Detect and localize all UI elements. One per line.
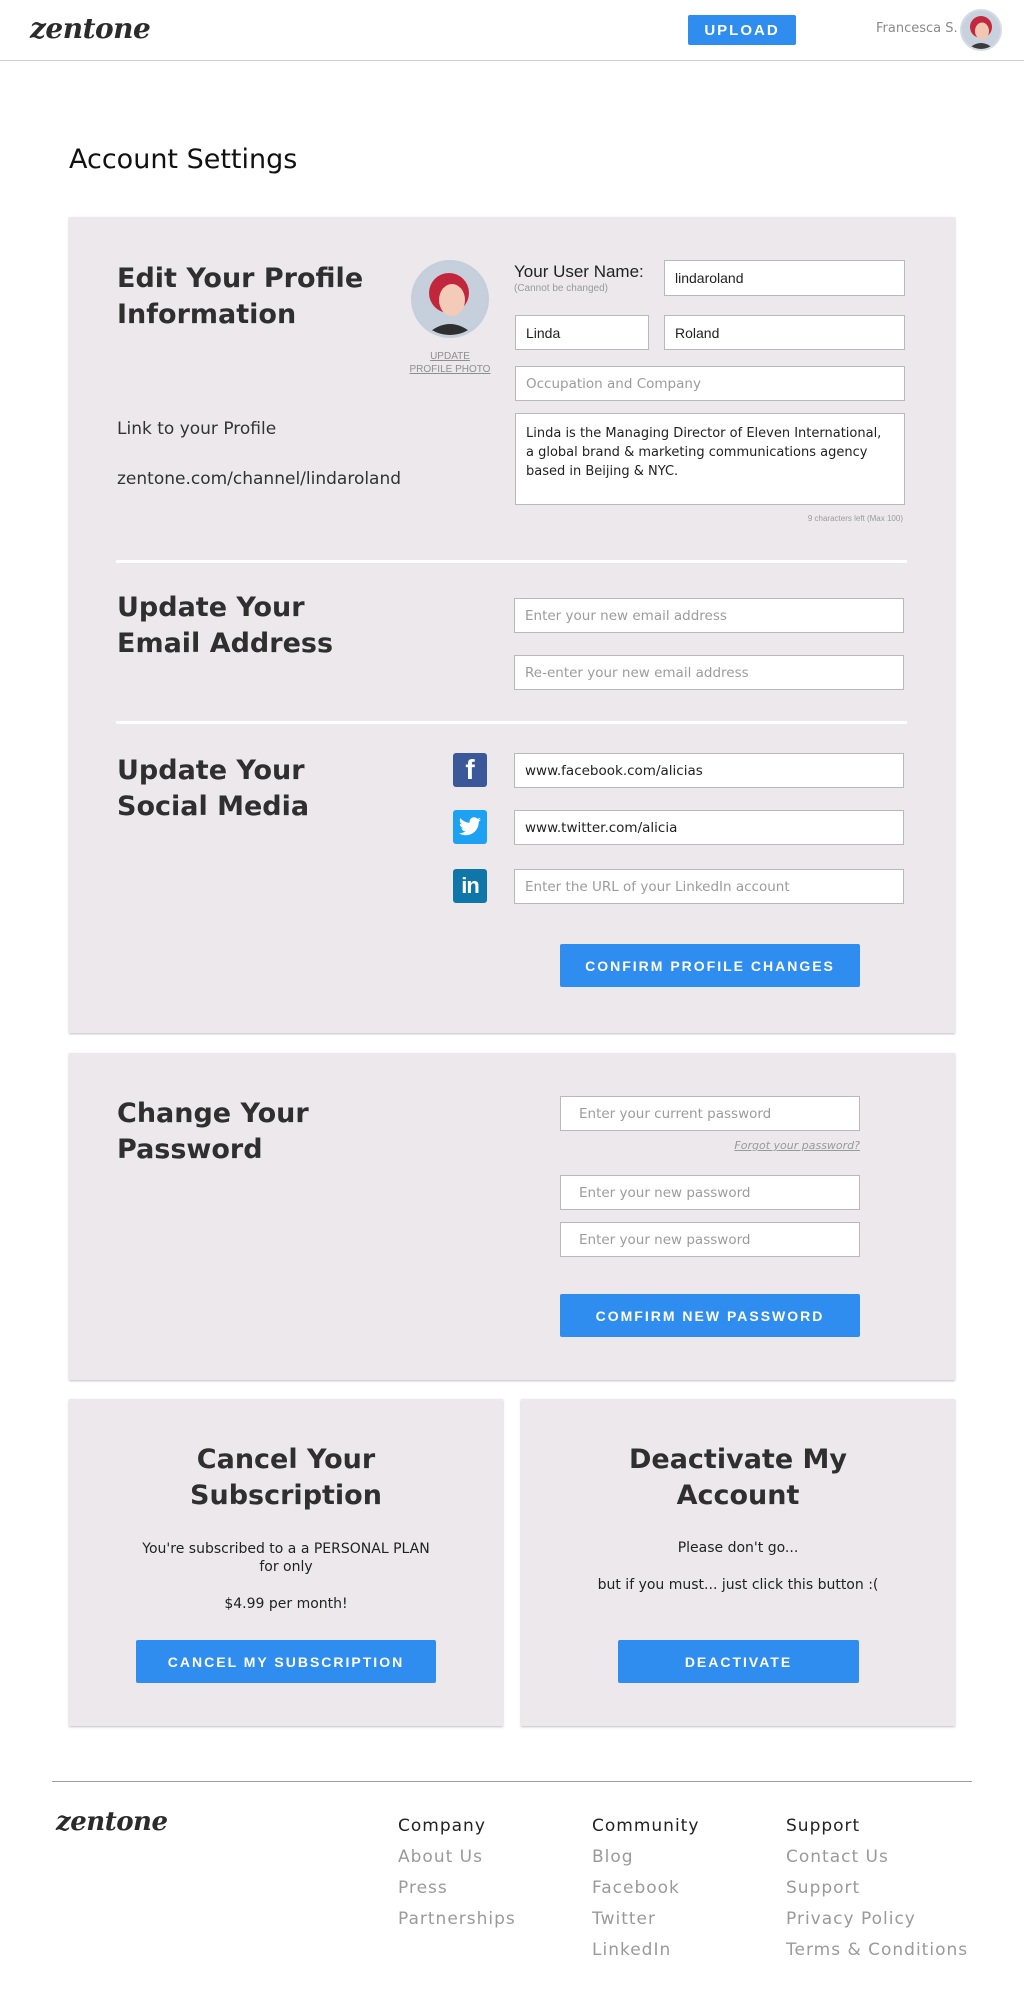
avatar-image xyxy=(962,11,1000,49)
footer-link-support[interactable]: Support xyxy=(786,1878,860,1898)
deactivate-text-line2: but if you must... just click this butto… xyxy=(597,1577,879,1593)
twitter-bird xyxy=(459,817,481,836)
update-photo-line2: PROFILE PHOTO xyxy=(409,364,491,375)
footer-link-facebook[interactable]: Facebook xyxy=(592,1878,680,1898)
cancel-subscription-button[interactable]: CANCEL MY SUBSCRIPTION xyxy=(136,1640,436,1683)
subscription-heading-line1: Cancel Your xyxy=(196,1444,376,1475)
social-heading-line2: Social Media xyxy=(117,791,310,822)
footer-divider xyxy=(52,1781,972,1782)
footer-link-blog[interactable]: Blog xyxy=(592,1847,634,1867)
footer-link-terms[interactable]: Terms & Conditions xyxy=(786,1940,968,1960)
user-avatar[interactable] xyxy=(960,9,1002,51)
update-profile-photo-link[interactable]: UPDATE PROFILE PHOTO xyxy=(400,350,500,376)
footer-link-privacy-policy[interactable]: Privacy Policy xyxy=(786,1909,916,1929)
new-email-field[interactable]: Enter your new email address xyxy=(514,598,904,633)
confirm-email-field[interactable]: Re-enter your new email address xyxy=(514,655,904,690)
social-heading-line1: Update Your xyxy=(117,755,305,786)
logo[interactable]: zentone xyxy=(30,12,151,45)
current-password-field[interactable]: Enter your current password xyxy=(560,1096,860,1131)
profile-heading-line1: Edit Your Profile xyxy=(117,263,364,294)
footer-link-partnerships[interactable]: Partnerships xyxy=(398,1909,516,1929)
profile-photo[interactable] xyxy=(411,260,489,338)
username-label: Your User Name: xyxy=(514,262,644,281)
section-divider xyxy=(116,560,907,563)
section-divider xyxy=(116,721,907,724)
subscription-price: $4.99 per month! xyxy=(224,1596,348,1612)
twitter-url-field[interactable]: www.twitter.com/alicia xyxy=(514,810,904,845)
update-photo-line1: UPDATE xyxy=(430,351,470,362)
facebook-icon: f xyxy=(453,753,487,787)
footer-support-title: Support xyxy=(786,1816,861,1836)
password-heading-line2: Password xyxy=(117,1134,263,1165)
repeat-password-field[interactable]: Enter your new password xyxy=(560,1222,860,1257)
deactivate-text-line1: Please don't go... xyxy=(677,1540,799,1556)
subscription-text-line1: You're subscribed to a a PERSONAL PLAN xyxy=(142,1541,430,1557)
linkedin-url-field[interactable]: Enter the URL of your LinkedIn account xyxy=(514,869,904,904)
deactivate-heading-line2: Account xyxy=(676,1480,800,1511)
subscription-text: You're subscribed to a a PERSONAL PLAN f… xyxy=(69,1540,503,1576)
footer-link-twitter[interactable]: Twitter xyxy=(592,1909,656,1929)
user-name[interactable]: Francesca S. xyxy=(876,21,958,36)
email-heading-line2: Email Address xyxy=(117,628,334,659)
bio-line1: Linda is the Managing Director of Eleven… xyxy=(526,426,882,441)
footer-company-title: Company xyxy=(398,1816,486,1836)
password-heading-line1: Change Your xyxy=(117,1098,309,1129)
deactivate-button[interactable]: DEACTIVATE xyxy=(618,1640,859,1683)
footer-link-about-us[interactable]: About Us xyxy=(398,1847,483,1867)
profile-heading: Edit Your Profile Information xyxy=(117,261,363,333)
top-bar: zentone UPLOAD Francesca S. xyxy=(0,0,1024,61)
email-heading: Update Your Email Address xyxy=(117,590,333,662)
confirm-new-password-button[interactable]: COMFIRM NEW PASSWORD xyxy=(560,1294,860,1337)
subscription-heading: Cancel Your Subscription xyxy=(69,1442,503,1514)
deactivate-heading-line1: Deactivate My xyxy=(628,1444,848,1475)
confirm-profile-changes-button[interactable]: CONFIRM PROFILE CHANGES xyxy=(560,944,860,987)
last-name-field[interactable]: Roland xyxy=(664,315,905,350)
profile-heading-line2: Information xyxy=(117,299,297,330)
deactivate-heading: Deactivate My Account xyxy=(521,1442,955,1514)
username-field: lindaroland xyxy=(664,260,905,296)
character-count: 9 characters left (Max 100) xyxy=(807,514,903,523)
new-password-field[interactable]: Enter your new password xyxy=(560,1175,860,1210)
footer-link-linkedin[interactable]: LinkedIn xyxy=(592,1940,671,1960)
occupation-field[interactable]: Occupation and Company xyxy=(515,366,905,401)
facebook-url-field[interactable]: www.facebook.com/alicias xyxy=(514,753,904,788)
first-name-field[interactable]: Linda xyxy=(515,315,649,350)
profile-link-value[interactable]: zentone.com/channel/lindaroland xyxy=(117,469,401,489)
social-heading: Update Your Social Media xyxy=(117,753,309,825)
footer-link-press[interactable]: Press xyxy=(398,1878,448,1898)
linkedin-icon: in xyxy=(453,869,487,903)
forgot-password-link[interactable]: Forgot your password? xyxy=(660,1139,860,1152)
upload-button[interactable]: UPLOAD xyxy=(688,15,796,45)
bio-field[interactable]: Linda is the Managing Director of Eleven… xyxy=(515,413,905,505)
email-heading-line1: Update Your xyxy=(117,592,305,623)
twitter-icon xyxy=(453,810,487,844)
footer-link-contact-us[interactable]: Contact Us xyxy=(786,1847,889,1867)
footer-community-title: Community xyxy=(592,1816,700,1836)
subscription-text-line2: for only xyxy=(259,1559,313,1575)
username-note: (Cannot be changed) xyxy=(514,283,608,294)
password-heading: Change Your Password xyxy=(117,1096,309,1168)
bio-line2: a global brand & marketing communication… xyxy=(526,445,868,460)
page-title: Account Settings xyxy=(69,144,298,175)
footer-logo[interactable]: zentone xyxy=(56,1807,168,1837)
profile-link-label: Link to your Profile xyxy=(117,419,277,439)
subscription-heading-line2: Subscription xyxy=(190,1480,382,1511)
profile-photo-image xyxy=(414,263,486,335)
bio-line3: based in Beijing & NYC. xyxy=(526,464,679,479)
